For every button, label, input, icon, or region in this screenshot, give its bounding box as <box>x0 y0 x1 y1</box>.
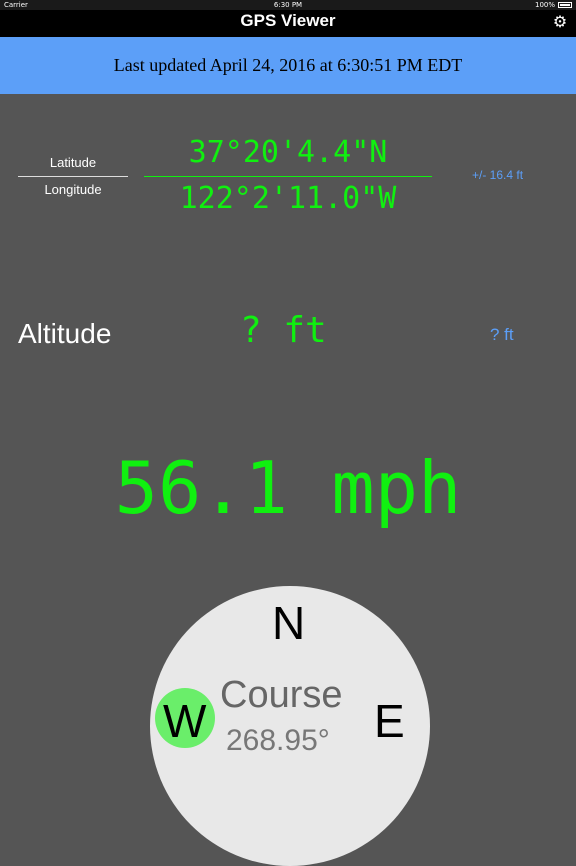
longitude-label: Longitude <box>44 182 102 197</box>
page-title: GPS Viewer <box>240 11 336 30</box>
course-value: 268.95° <box>226 724 330 757</box>
coordinates: 37°20'4.4"N 122°2'11.0"W <box>144 130 432 219</box>
latitude-label: Latitude <box>18 150 128 177</box>
battery-icon <box>558 2 572 8</box>
course-label: Course <box>220 674 343 716</box>
battery-percent: 100% <box>534 1 555 9</box>
compass: N E W Course 268.95° <box>150 586 430 866</box>
altitude-value: ? ft <box>240 310 327 351</box>
speed-value: 56.1 mph <box>114 446 462 530</box>
gear-icon[interactable]: ⚙ <box>552 14 568 30</box>
latitude-value: 37°20'4.4"N <box>144 130 432 177</box>
coordinate-labels: Latitude Longitude <box>18 150 128 203</box>
compass-north: N <box>272 597 306 649</box>
altitude-accuracy: ? ft <box>490 325 514 344</box>
altitude-label: Altitude <box>18 318 112 349</box>
status-time: 6:30 PM <box>273 1 303 9</box>
compass-east: E <box>374 695 405 747</box>
last-updated-banner: Last updated April 24, 2016 at 6:30:51 P… <box>0 37 576 94</box>
longitude-value: 122°2'11.0"W <box>179 181 397 216</box>
battery-indicator: 100% <box>535 0 572 10</box>
status-bar: Carrier 6:30 PM 100% <box>0 0 576 10</box>
location-accuracy: +/- 16.4 ft <box>472 168 524 182</box>
nav-bar: GPS Viewer ⚙ <box>0 10 576 37</box>
compass-west: W <box>163 695 207 747</box>
